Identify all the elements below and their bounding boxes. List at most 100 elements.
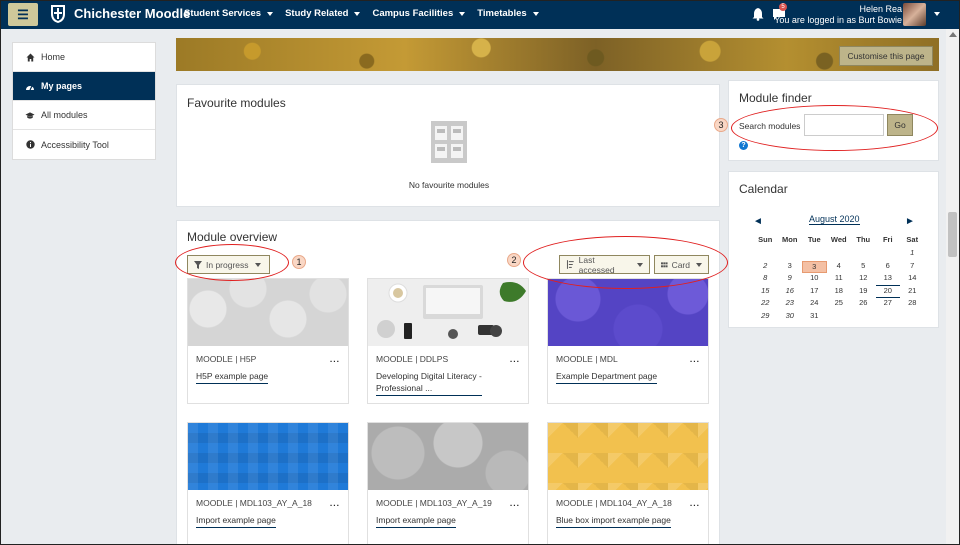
- course-image[interactable]: [368, 279, 528, 346]
- caret-down-icon: [459, 11, 466, 16]
- scroll-up-icon[interactable]: [949, 32, 957, 37]
- menu-study-related[interactable]: Study Related: [285, 8, 361, 19]
- course-name-link[interactable]: Blue box import example page: [556, 514, 671, 528]
- help-icon[interactable]: ?: [739, 141, 748, 150]
- no-favourites-text: No favourite modules: [408, 180, 490, 190]
- calendar-day[interactable]: 17: [802, 286, 827, 299]
- course-card[interactable]: MOODLE | MDL103_AY_A_18... Import exampl…: [187, 422, 349, 545]
- course-image[interactable]: [548, 279, 708, 346]
- calendar-day[interactable]: 7: [900, 261, 925, 274]
- more-actions-icon[interactable]: ...: [330, 498, 340, 508]
- course-image[interactable]: [188, 279, 348, 346]
- course-card[interactable]: MOODLE | DDLPS... Developing Digital Lit…: [367, 278, 529, 404]
- course-image[interactable]: [368, 423, 528, 490]
- more-actions-icon[interactable]: ...: [690, 354, 700, 364]
- course-name-link[interactable]: Developing Digital Literacy - Profession…: [376, 370, 482, 396]
- calendar-blank: [827, 248, 852, 261]
- calendar-day[interactable]: 29: [753, 311, 778, 324]
- course-name-link[interactable]: Import example page: [196, 514, 276, 528]
- weekday-fri: Fri: [882, 235, 893, 244]
- course-name-link[interactable]: Import example page: [376, 514, 456, 528]
- caret-down-icon: [267, 11, 274, 16]
- more-actions-icon[interactable]: ...: [690, 498, 700, 508]
- course-image[interactable]: [548, 423, 708, 490]
- calendar-day[interactable]: 3: [778, 261, 803, 274]
- menu-timetables[interactable]: Timetables: [477, 8, 539, 19]
- scrollbar-thumb[interactable]: [948, 212, 957, 257]
- menu-campus-facilities[interactable]: Campus Facilities: [372, 8, 466, 19]
- progress-filter-dropdown[interactable]: In progress: [187, 255, 270, 274]
- search-modules-input[interactable]: [804, 114, 884, 136]
- caret-down-icon: [354, 11, 361, 16]
- calendar-day[interactable]: 15: [753, 286, 778, 299]
- menu-student-services[interactable]: Student Services: [184, 8, 274, 19]
- next-month-icon[interactable]: ►: [905, 216, 915, 227]
- more-actions-icon[interactable]: ...: [510, 354, 520, 364]
- course-card[interactable]: MOODLE | MDL103_AY_A_19... Import exampl…: [367, 422, 529, 545]
- sidebar-item-accessibility-tool[interactable]: Accessibility Tool: [13, 130, 155, 159]
- view-dropdown[interactable]: Card: [654, 255, 709, 274]
- calendar-day[interactable]: 10: [802, 273, 827, 286]
- calendar-day[interactable]: 8: [753, 273, 778, 286]
- sidebar-item-all-modules[interactable]: All modules: [13, 101, 155, 130]
- course-category: MOODLE | MDL103_AY_A_18: [196, 498, 312, 508]
- calendar-day[interactable]: 12: [851, 273, 876, 286]
- course-name-link[interactable]: Example Department page: [556, 370, 658, 384]
- site-name-link[interactable]: Chichester Moodle: [74, 6, 190, 21]
- user-menu-text[interactable]: Helen Rea You are logged in as Burt Bowi…: [774, 4, 902, 26]
- previous-month-icon[interactable]: ◄: [753, 216, 763, 227]
- favourite-modules-block: Favourite modules No favourite modules: [176, 84, 720, 207]
- calendar-day[interactable]: 28: [900, 298, 925, 311]
- calendar-day[interactable]: 19: [851, 286, 876, 299]
- sidebar-item-label: Accessibility Tool: [41, 139, 109, 150]
- calendar-day[interactable]: 2: [753, 261, 778, 274]
- calendar-day[interactable]: 31: [802, 311, 827, 324]
- calendar-day[interactable]: 27: [876, 298, 901, 311]
- calendar-month-link[interactable]: August 2020: [809, 214, 860, 225]
- more-actions-icon[interactable]: ...: [510, 498, 520, 508]
- module-finder-block: Module finder Search modules Go ?: [728, 80, 939, 161]
- calendar-day[interactable]: 1: [900, 248, 925, 261]
- calendar-day[interactable]: 22: [753, 298, 778, 311]
- calendar-day[interactable]: 21: [900, 286, 925, 299]
- calendar-day[interactable]: 13: [875, 273, 900, 286]
- calendar-day[interactable]: 4: [827, 261, 852, 274]
- calendar-day[interactable]: 14: [900, 273, 925, 286]
- calendar-day[interactable]: 26: [851, 298, 876, 311]
- grid-icon: [661, 261, 668, 267]
- calendar-blank: [778, 248, 803, 261]
- calendar-day[interactable]: 24: [802, 298, 827, 311]
- sort-dropdown[interactable]: Last accessed: [559, 255, 650, 275]
- college-crest-icon[interactable]: [50, 4, 66, 24]
- course-image[interactable]: [188, 423, 348, 490]
- bell-icon[interactable]: [752, 7, 764, 21]
- course-card[interactable]: MOODLE | MDL... Example Department page: [547, 278, 709, 404]
- menu-toggle-button[interactable]: ☰: [8, 3, 38, 26]
- course-card[interactable]: MOODLE | H5P... H5P example page: [187, 278, 349, 404]
- user-menu-caret-icon[interactable]: [934, 12, 940, 16]
- calendar-days-grid: 1 2 3 3 4 5 6 7 8 9 10 11 12 13 14 15 16…: [753, 248, 925, 323]
- go-button[interactable]: Go: [887, 114, 913, 136]
- calendar-day[interactable]: 20: [875, 286, 900, 298]
- customise-page-button[interactable]: Customise this page: [839, 46, 933, 66]
- calendar-day[interactable]: 5: [851, 261, 876, 274]
- calendar-day[interactable]: 25: [827, 298, 852, 311]
- calendar-day[interactable]: 30: [778, 311, 803, 324]
- calendar-day[interactable]: 11: [827, 273, 852, 286]
- calendar-day[interactable]: 23: [778, 298, 803, 311]
- header-banner-image: [176, 38, 939, 71]
- dashboard-icon: [25, 81, 35, 91]
- page-scrollbar[interactable]: [946, 29, 959, 545]
- sidebar-item-home[interactable]: Home: [13, 43, 155, 72]
- calendar-day[interactable]: 18: [827, 286, 852, 299]
- sidebar-item-my-pages[interactable]: My pages: [13, 72, 155, 101]
- calendar-day[interactable]: 6: [876, 261, 901, 274]
- calendar-day[interactable]: 16: [778, 286, 803, 299]
- calendar-day[interactable]: 9: [778, 273, 803, 286]
- course-card[interactable]: MOODLE | MDL104_AY_A_18... Blue box impo…: [547, 422, 709, 545]
- more-actions-icon[interactable]: ...: [330, 354, 340, 364]
- avatar[interactable]: [903, 3, 926, 26]
- course-name-link[interactable]: H5P example page: [196, 370, 269, 384]
- calendar-day-today[interactable]: 3: [802, 260, 827, 273]
- course-category: MOODLE | DDLPS: [376, 354, 449, 364]
